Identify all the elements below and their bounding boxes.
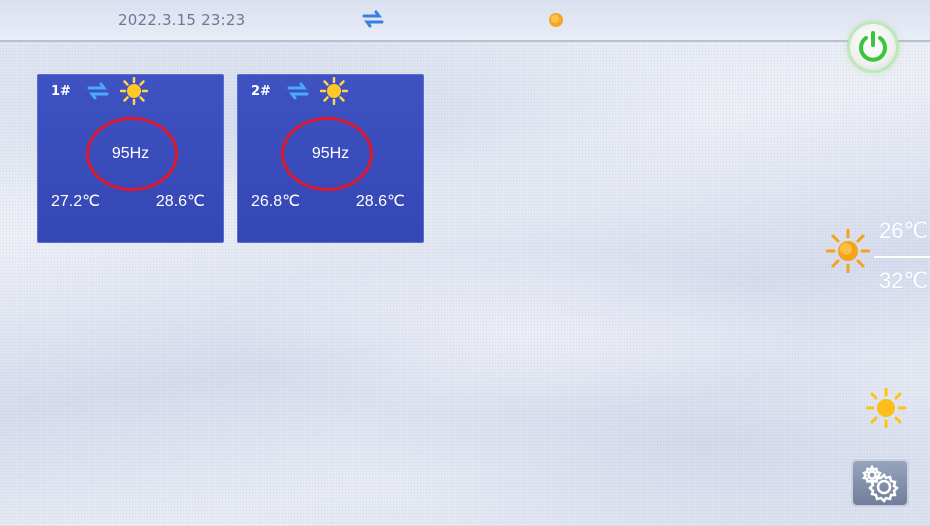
temperature-a: 26.8℃ <box>251 193 301 210</box>
sun-icon <box>826 229 870 273</box>
unit-card-1[interactable]: 1# 95Hz 27.2℃ 28.6℃ <box>37 74 224 243</box>
unit-id: 1# <box>51 84 71 99</box>
settings-button[interactable] <box>851 459 909 507</box>
highlight-circle <box>281 117 373 191</box>
sun-icon <box>549 13 563 27</box>
sun-icon <box>320 77 348 105</box>
gear-icon <box>861 464 899 503</box>
heating-cooling-arrows-icon <box>362 10 384 28</box>
unit-card-2[interactable]: 2# 95Hz 26.8℃ 28.6℃ <box>237 74 424 243</box>
sun-icon <box>120 77 148 105</box>
temperature-b: 28.6℃ <box>155 193 205 210</box>
status-bar: 2022.3.15 23:23 <box>0 0 930 42</box>
power-button[interactable] <box>850 24 896 70</box>
power-icon <box>859 31 887 62</box>
outdoor-temp-high: 26℃ <box>879 218 929 243</box>
divider <box>874 256 930 258</box>
temperature-a: 27.2℃ <box>51 193 101 210</box>
unit-id: 2# <box>251 84 271 99</box>
temperature-b: 28.6℃ <box>355 193 405 210</box>
hmi-screen: 2022.3.15 23:23 1# 95Hz 27.2℃ 28.6℃ 2# 9… <box>0 0 930 526</box>
highlight-circle <box>86 117 178 191</box>
sun-icon <box>866 388 906 428</box>
outdoor-temp-low: 32℃ <box>879 268 929 293</box>
datetime-label: 2022.3.15 23:23 <box>118 11 246 29</box>
arrows-icon <box>87 82 109 100</box>
arrows-icon <box>287 82 309 100</box>
